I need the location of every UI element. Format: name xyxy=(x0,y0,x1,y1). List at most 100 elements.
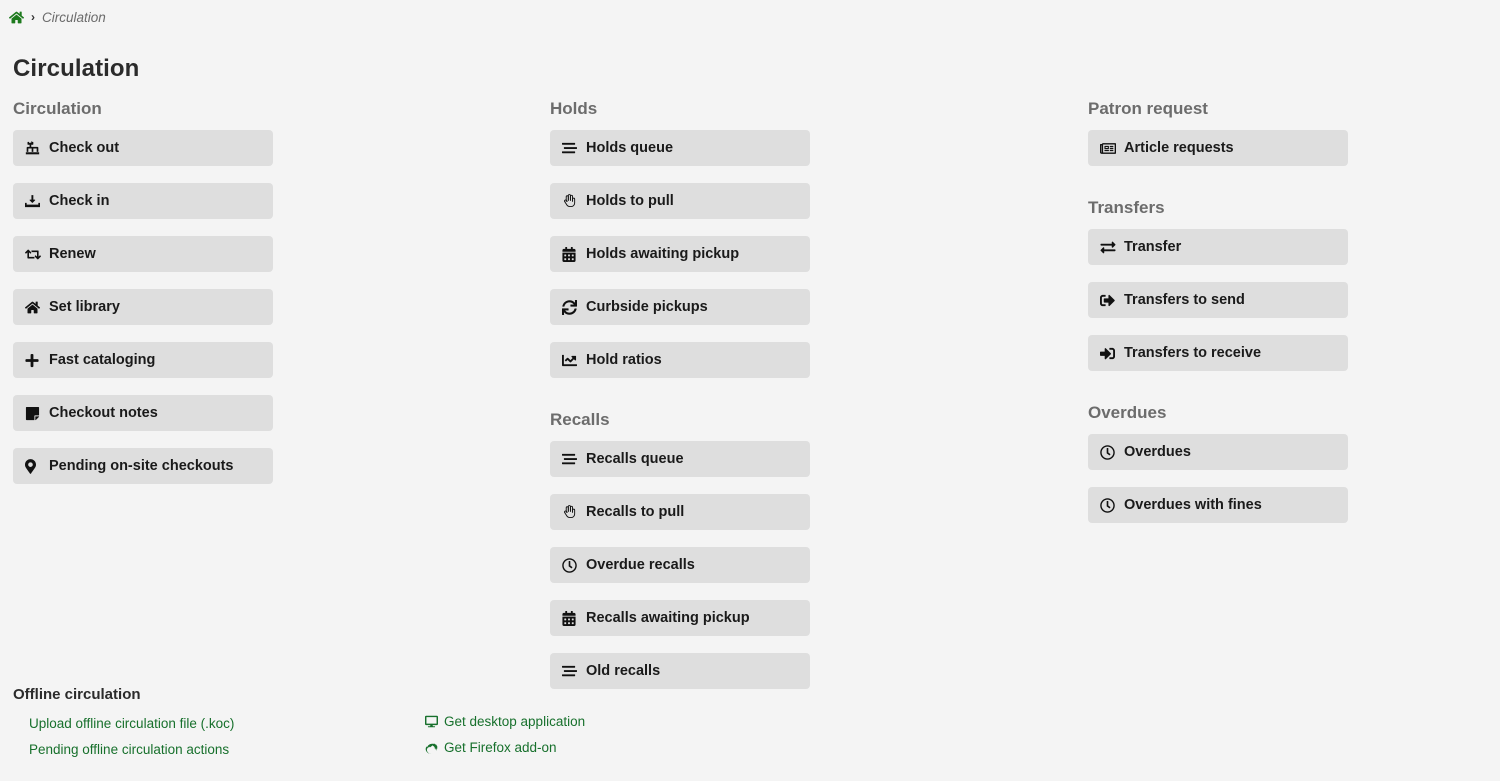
button-fast-cataloging[interactable]: Fast cataloging xyxy=(13,342,273,378)
link-get-firefox-add-on[interactable]: Get Firefox add-on xyxy=(425,741,557,755)
button-check-in[interactable]: Check in xyxy=(13,183,273,219)
button-label: Fast cataloging xyxy=(49,352,156,368)
button-recalls-awaiting-pickup[interactable]: Recalls awaiting pickup xyxy=(550,600,810,636)
button-old-recalls[interactable]: Old recalls xyxy=(550,653,810,689)
button-label: Overdues with fines xyxy=(1124,497,1262,513)
button-overdue-recalls[interactable]: Overdue recalls xyxy=(550,547,810,583)
breadcrumb-separator: › xyxy=(31,10,35,24)
button-transfers-to-send[interactable]: Transfers to send xyxy=(1088,282,1348,318)
offline-circulation-heading: Offline circulation xyxy=(13,686,141,703)
desktop-icon xyxy=(425,715,438,728)
button-label: Checkout notes xyxy=(49,405,158,421)
button-list-recalls: Recalls queue Recalls to pull Overdue reca… xyxy=(550,441,810,689)
list-item: Pending offline circulation actions xyxy=(29,741,234,758)
link-upload-offline-circulation-file-koc[interactable]: Upload offline circulation file (.koc) xyxy=(29,717,234,731)
list-item: Pending on-site checkouts xyxy=(13,448,273,484)
list-item: Checkout notes xyxy=(13,395,273,431)
button-checkout-notes[interactable]: Checkout notes xyxy=(13,395,273,431)
button-list-transfers: Transfer Transfers to send Transfers to re… xyxy=(1088,229,1348,371)
button-recalls-to-pull[interactable]: Recalls to pull xyxy=(550,494,810,530)
button-label: Hold ratios xyxy=(586,352,662,368)
clock-icon xyxy=(562,557,579,573)
list-item: Upload offline circulation file (.koc) xyxy=(29,715,234,732)
sticky-note-icon xyxy=(25,406,42,421)
stream-icon xyxy=(562,664,579,679)
button-curbside-pickups[interactable]: Curbside pickups xyxy=(550,289,810,325)
stream-icon xyxy=(562,452,579,467)
button-label: Overdue recalls xyxy=(586,557,695,573)
button-label: Holds queue xyxy=(586,140,674,156)
button-check-out[interactable]: Check out xyxy=(13,130,273,166)
button-holds-queue[interactable]: Holds queue xyxy=(550,130,810,166)
calendar-icon xyxy=(562,610,579,626)
button-label: Check out xyxy=(49,140,120,156)
button-list-holds: Holds queue Holds to pull Holds awaiting p… xyxy=(550,130,810,378)
section-circulation: Circulation Check out Check in Renew Set lib… xyxy=(13,96,273,484)
list-item: Check out xyxy=(13,130,273,166)
page-title: Circulation xyxy=(13,55,140,82)
list-item: Set library xyxy=(13,289,273,325)
list-item: Recalls awaiting pickup xyxy=(550,600,810,636)
newspaper-icon xyxy=(1100,141,1117,156)
upload-icon xyxy=(25,140,42,156)
hand-icon xyxy=(562,504,579,520)
list-item: Curbside pickups xyxy=(550,289,810,325)
button-article-requests[interactable]: Article requests xyxy=(1088,130,1348,166)
offline-circulation-section: Offline circulation Upload offline circu… xyxy=(13,686,1213,771)
column-middle: Holds Holds queue Holds to pull Holds await… xyxy=(550,96,810,706)
button-transfers-to-receive[interactable]: Transfers to receive xyxy=(1088,335,1348,371)
button-set-library[interactable]: Set library xyxy=(13,289,273,325)
home-icon xyxy=(9,10,24,25)
button-label: Transfers to send xyxy=(1124,292,1245,308)
exchange-icon xyxy=(1100,240,1117,255)
section-heading-overdues: Overdues xyxy=(1088,403,1167,422)
list-item: Overdues with fines xyxy=(1088,487,1348,523)
plus-icon xyxy=(25,353,42,368)
link-pending-offline-circulation-actions[interactable]: Pending offline circulation actions xyxy=(29,743,229,757)
chart-line-icon xyxy=(562,353,579,368)
list-item: Overdues xyxy=(1088,434,1348,470)
list-item: Article requests xyxy=(1088,130,1348,166)
breadcrumb: › Circulation xyxy=(9,7,106,27)
button-list-patron-request: Article requests xyxy=(1088,130,1348,166)
list-item: Check in xyxy=(13,183,273,219)
button-label: Transfer xyxy=(1124,239,1182,255)
button-pending-on-site-checkouts[interactable]: Pending on-site checkouts xyxy=(13,448,273,484)
button-list-overdues: Overdues Overdues with fines xyxy=(1088,434,1348,523)
breadcrumb-home-link[interactable] xyxy=(9,10,24,25)
button-recalls-queue[interactable]: Recalls queue xyxy=(550,441,810,477)
download-icon xyxy=(25,194,42,209)
button-transfer[interactable]: Transfer xyxy=(1088,229,1348,265)
sign-in-icon xyxy=(1100,346,1117,361)
column-right: Patron request Article requests Transfers T… xyxy=(1088,96,1348,540)
offline-links-left: Upload offline circulation file (.koc) Pe… xyxy=(29,715,234,767)
button-holds-awaiting-pickup[interactable]: Holds awaiting pickup xyxy=(550,236,810,272)
button-renew[interactable]: Renew xyxy=(13,236,273,272)
list-item: Fast cataloging xyxy=(13,342,273,378)
list-item: Renew xyxy=(13,236,273,272)
button-label: Overdues xyxy=(1124,444,1191,460)
section-recalls: Recalls Recalls queue Recalls to pull Overd… xyxy=(550,395,810,689)
offline-links-right: Get desktop application Get Firefox add-o… xyxy=(425,715,585,767)
list-item: Holds awaiting pickup xyxy=(550,236,810,272)
button-label: Recalls to pull xyxy=(586,504,685,520)
section-heading-patron-request: Patron request xyxy=(1088,99,1208,118)
list-item: Hold ratios xyxy=(550,342,810,378)
list-item: Recalls to pull xyxy=(550,494,810,530)
list-item: Old recalls xyxy=(550,653,810,689)
button-overdues-with-fines[interactable]: Overdues with fines xyxy=(1088,487,1348,523)
column-left: Circulation Check out Check in Renew Set lib… xyxy=(13,96,273,501)
section-heading-circulation: Circulation xyxy=(13,99,102,118)
button-label: Article requests xyxy=(1124,140,1234,156)
section-overdues: Overdues Overdues Overdues with fines xyxy=(1088,388,1348,523)
clock-icon xyxy=(1100,444,1117,460)
button-label: Old recalls xyxy=(586,663,661,679)
button-overdues[interactable]: Overdues xyxy=(1088,434,1348,470)
list-item: Transfers to receive xyxy=(1088,335,1348,371)
button-hold-ratios[interactable]: Hold ratios xyxy=(550,342,810,378)
button-label: Holds to pull xyxy=(586,193,674,209)
link-label: Get desktop application xyxy=(444,714,586,729)
button-label: Set library xyxy=(49,299,120,315)
button-holds-to-pull[interactable]: Holds to pull xyxy=(550,183,810,219)
link-get-desktop-application[interactable]: Get desktop application xyxy=(425,715,585,729)
